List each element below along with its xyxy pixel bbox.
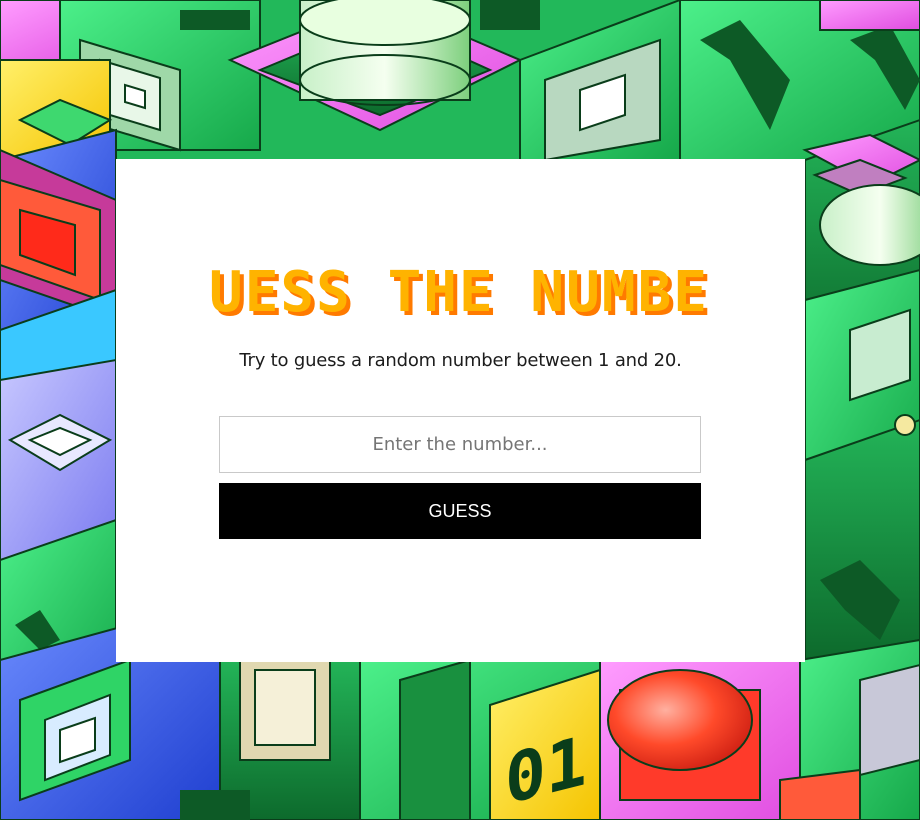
- game-card: GUESS THE NUMBER GUESS THE NUMBER Try to…: [116, 159, 805, 662]
- game-title: GUESS THE NUMBER GUESS THE NUMBER: [116, 257, 805, 327]
- number-input[interactable]: [219, 416, 701, 473]
- game-title-text: GUESS THE NUMBER: [211, 260, 711, 325]
- instructions-text: Try to guess a random number between 1 a…: [239, 350, 682, 371]
- guess-button[interactable]: GUESS: [219, 483, 701, 539]
- game-title-graphic: GUESS THE NUMBER GUESS THE NUMBER: [211, 260, 711, 327]
